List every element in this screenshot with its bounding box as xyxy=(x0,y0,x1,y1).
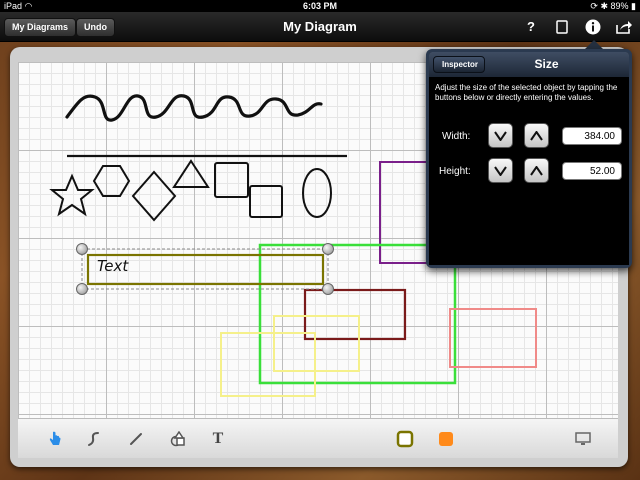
wavy-line-shape xyxy=(65,94,323,122)
square-shape xyxy=(214,162,249,198)
star-shape xyxy=(49,173,95,217)
small-square-shape xyxy=(249,185,283,218)
yellow-rectangle-1 xyxy=(273,315,360,372)
inspector-popover: Inspector Size Adjust the size of the se… xyxy=(426,49,632,268)
resize-handle-bottom-left[interactable] xyxy=(76,283,88,295)
shapes-tool-icon[interactable] xyxy=(168,429,188,449)
width-increase-button[interactable] xyxy=(524,123,549,148)
height-label: Height: xyxy=(439,166,471,177)
height-field[interactable] xyxy=(562,162,622,180)
height-increase-button[interactable] xyxy=(524,158,549,183)
pink-rectangle xyxy=(449,308,537,368)
line-tool-icon[interactable] xyxy=(126,429,146,449)
yellow-rectangle-2 xyxy=(220,332,316,397)
resize-handle-bottom-right[interactable] xyxy=(322,283,334,295)
width-field[interactable] xyxy=(562,127,622,145)
resize-handle-top-right[interactable] xyxy=(322,243,334,255)
select-hand-icon[interactable] xyxy=(45,429,65,449)
height-decrease-button[interactable] xyxy=(488,158,513,183)
width-decrease-button[interactable] xyxy=(488,123,513,148)
width-label: Width: xyxy=(442,131,471,142)
dark-red-rectangle xyxy=(303,288,407,341)
ellipse-shape xyxy=(302,168,332,218)
freehand-curve-icon[interactable] xyxy=(84,429,104,449)
stroke-color-swatch[interactable] xyxy=(395,429,415,449)
bottom-toolbar: T xyxy=(18,418,618,458)
text-tool-icon[interactable]: T xyxy=(208,429,228,449)
popover-title: Size xyxy=(534,57,559,71)
popover-body: Adjust the size of the selected object b… xyxy=(429,77,629,265)
diamond-shape xyxy=(131,170,177,222)
triangle-shape xyxy=(172,159,210,188)
monitor-icon[interactable] xyxy=(573,429,593,449)
inspector-back-button[interactable]: Inspector xyxy=(433,56,486,73)
green-rectangle xyxy=(258,243,457,385)
fill-color-swatch[interactable] xyxy=(436,429,456,449)
popover-header: Inspector Size xyxy=(429,52,629,77)
purple-rectangle xyxy=(379,161,433,264)
size-description: Adjust the size of the selected object b… xyxy=(435,83,618,102)
text-box-label[interactable]: Text xyxy=(97,257,128,275)
resize-handle-top-left[interactable] xyxy=(76,243,88,255)
hexagon-shape xyxy=(92,165,131,197)
